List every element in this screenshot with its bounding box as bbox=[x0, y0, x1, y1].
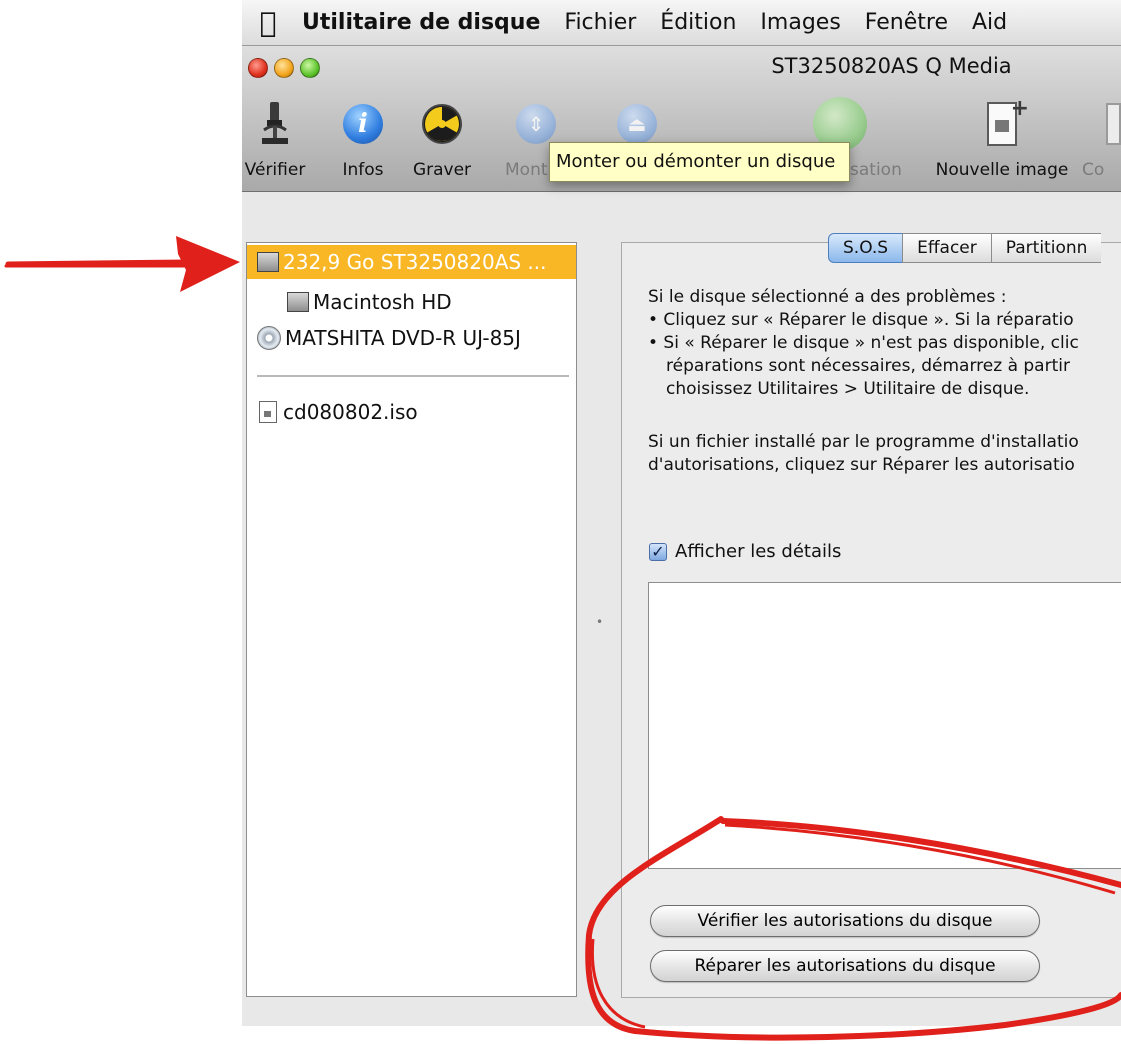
tab-erase[interactable]: Effacer bbox=[902, 233, 992, 263]
toolbar-verify-button[interactable]: Vérifier bbox=[244, 98, 306, 180]
new-image-icon: + bbox=[987, 96, 1029, 146]
sidebar-item-label: MATSHITA DVD-R UJ-85J bbox=[285, 326, 521, 350]
disk-sidebar: 232,9 Go ST3250820AS ... Macintosh HD MA… bbox=[246, 242, 577, 997]
mount-icon: ⇕ bbox=[516, 104, 556, 144]
show-details-label: Afficher les détails bbox=[675, 541, 842, 562]
menu-fichier[interactable]: Fichier bbox=[552, 10, 648, 35]
burn-icon bbox=[422, 104, 462, 144]
toolbar-new-image-label: Nouvelle image bbox=[935, 160, 1069, 180]
toolbar-burn-label: Graver bbox=[412, 160, 472, 180]
permissions-text-line-1: Si un fichier installé par le programme … bbox=[648, 432, 1079, 452]
disk-image-file-icon bbox=[259, 401, 277, 423]
menu-bar:  Utilitaire de disque Fichier Édition I… bbox=[242, 0, 1121, 46]
menu-fenetre[interactable]: Fenêtre bbox=[853, 10, 960, 35]
toolbar-new-image-button[interactable]: + Nouvelle image bbox=[928, 96, 1076, 180]
toolbar-info-button[interactable]: i Infos bbox=[338, 98, 388, 180]
toolbar-info-label: Infos bbox=[342, 160, 384, 180]
sidebar-item-hard-disk[interactable]: 232,9 Go ST3250820AS ... bbox=[247, 245, 576, 279]
details-log[interactable] bbox=[648, 582, 1121, 869]
menu-app-name[interactable]: Utilitaire de disque bbox=[294, 10, 552, 35]
tab-partition[interactable]: Partitionn bbox=[990, 233, 1102, 263]
info-icon: i bbox=[343, 104, 383, 144]
repair-permissions-button[interactable]: Réparer les autorisations du disque bbox=[650, 950, 1040, 982]
annotation-arrow bbox=[4, 236, 240, 292]
show-details-checkbox-row[interactable]: ✓ Afficher les détails bbox=[649, 541, 841, 562]
split-view-handle[interactable]: • bbox=[596, 615, 603, 629]
menu-edition[interactable]: Édition bbox=[648, 10, 748, 35]
sidebar-item-label: Macintosh HD bbox=[313, 290, 452, 314]
window-title: ST3250820AS Q Media bbox=[771, 54, 1012, 78]
sidebar-item-label: cd080802.iso bbox=[283, 400, 418, 424]
toolbar-burn-button[interactable]: Graver bbox=[410, 98, 474, 180]
hard-disk-icon bbox=[257, 252, 279, 272]
menu-aide[interactable]: Aid bbox=[960, 10, 1019, 35]
tab-first-aid[interactable]: S.O.S bbox=[828, 233, 904, 263]
toolbar-verify-label: Vérifier bbox=[244, 160, 306, 180]
first-aid-bullet-1: • Cliquez sur « Réparer le disque ». Si … bbox=[648, 310, 1074, 330]
first-aid-intro: Si le disque sélectionné a des problèmes… bbox=[648, 287, 1007, 307]
sidebar-item-dvd-drive[interactable]: MATSHITA DVD-R UJ-85J bbox=[247, 321, 521, 355]
eject-icon: ⏏ bbox=[617, 104, 657, 144]
first-aid-bullet-2-line-2: réparations sont nécessaires, démarrez à… bbox=[666, 356, 1070, 376]
sidebar-item-label: 232,9 Go ST3250820AS ... bbox=[283, 250, 547, 274]
convert-icon bbox=[1106, 103, 1121, 145]
sidebar-item-disk-image[interactable]: cd080802.iso bbox=[247, 395, 418, 429]
menu-images[interactable]: Images bbox=[748, 10, 852, 35]
mount-tooltip: Monter ou démonter un disque bbox=[549, 142, 850, 182]
verify-permissions-button[interactable]: Vérifier les autorisations du disque bbox=[650, 905, 1040, 937]
dvd-drive-icon bbox=[257, 326, 281, 350]
first-aid-bullet-2-line-3: choisissez Utilitaires > Utilitaire de d… bbox=[666, 379, 1030, 399]
tab-bar: S.O.S Effacer Partitionn bbox=[828, 233, 1102, 263]
permissions-text-line-2: d'autorisations, cliquez sur Réparer les… bbox=[648, 455, 1075, 475]
toolbar-convert-button[interactable]: Co bbox=[1082, 98, 1121, 180]
apple-icon[interactable]:  bbox=[242, 6, 294, 39]
sidebar-item-macintosh-hd[interactable]: Macintosh HD bbox=[247, 285, 452, 319]
sidebar-divider bbox=[257, 375, 569, 377]
first-aid-bullet-2-line-1: • Si « Réparer le disque » n'est pas dis… bbox=[648, 333, 1079, 353]
toolbar-convert-label: Co bbox=[1082, 160, 1105, 180]
microscope-icon bbox=[244, 98, 306, 150]
show-details-checkbox[interactable]: ✓ bbox=[649, 542, 667, 561]
volume-icon bbox=[287, 292, 309, 312]
